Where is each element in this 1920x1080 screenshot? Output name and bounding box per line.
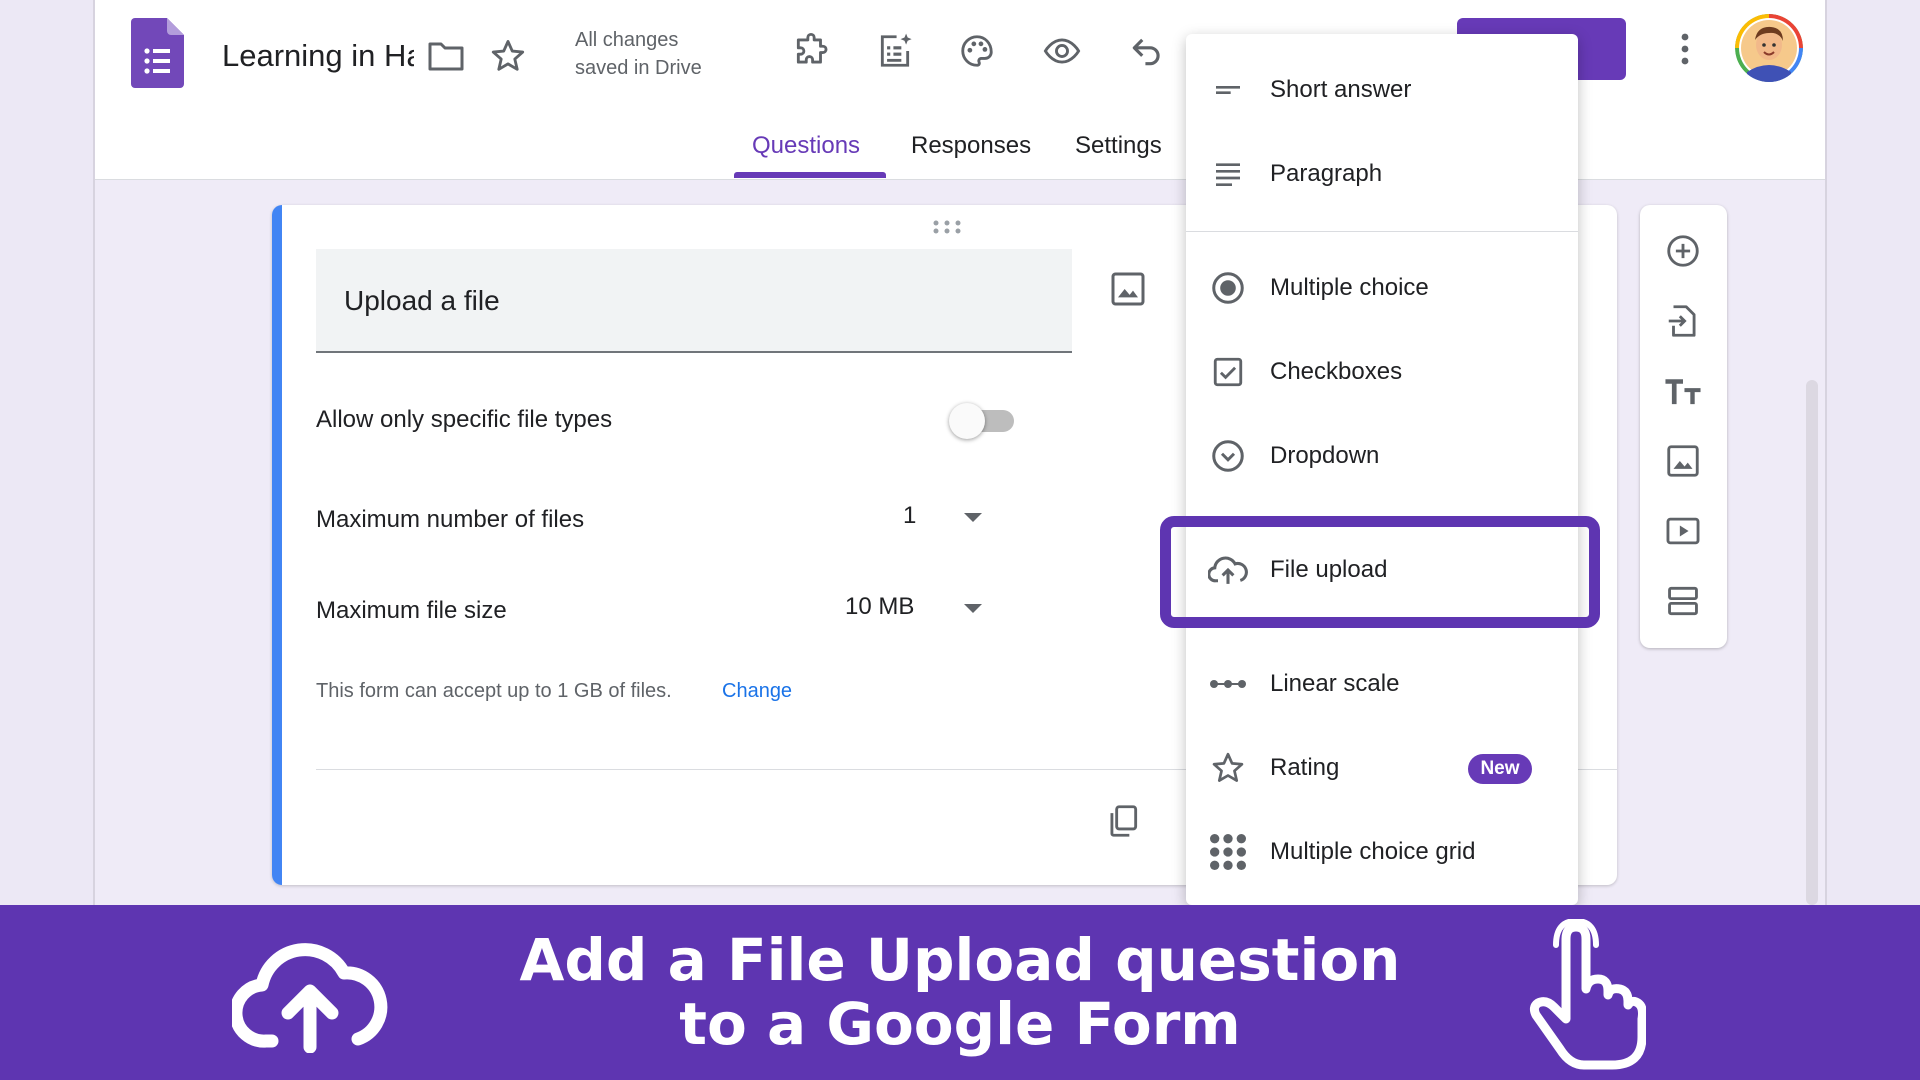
- menu-item-label: Dropdown: [1270, 442, 1380, 469]
- chevron-down-icon[interactable]: [964, 604, 982, 613]
- max-size-label: Maximum file size: [316, 597, 507, 624]
- card-focus-accent: [272, 205, 282, 885]
- question-title-field[interactable]: Upload a file: [316, 249, 1072, 353]
- question-title-text[interactable]: Upload a file: [344, 281, 500, 321]
- linear-scale-icon: [1208, 664, 1248, 704]
- menu-item-paragraph[interactable]: Paragraph: [1186, 134, 1578, 214]
- menu-item-label: Multiple choice grid: [1270, 838, 1476, 865]
- pointing-hand-icon: [1526, 917, 1647, 1071]
- grid-dots-icon: [1208, 832, 1248, 872]
- menu-item-label: Linear scale: [1270, 670, 1400, 697]
- dropdown-circle-icon: [1208, 436, 1248, 476]
- active-tab-indicator: [734, 172, 886, 178]
- max-files-select[interactable]: 1: [903, 499, 916, 533]
- avatar[interactable]: [1735, 14, 1803, 82]
- toggle-knob[interactable]: [949, 403, 985, 439]
- palette-icon[interactable]: [956, 30, 998, 72]
- max-size-select[interactable]: 10 MB: [845, 590, 914, 624]
- duplicate-icon[interactable]: [1104, 801, 1144, 845]
- save-status: All changes saved in Drive: [575, 29, 702, 79]
- document-title[interactable]: Learning in Ha: [222, 34, 414, 78]
- max-files-label: Maximum number of files: [316, 506, 585, 533]
- undo-icon[interactable]: [1126, 30, 1168, 72]
- add-image-icon[interactable]: [1661, 439, 1705, 483]
- menu-item-linear-scale[interactable]: Linear scale: [1186, 644, 1578, 724]
- frame-edge-right: [1825, 0, 1827, 905]
- menu-item-multiple-choice[interactable]: Multiple choice: [1186, 248, 1578, 328]
- menu-divider: [1186, 231, 1578, 232]
- side-toolbar: [1640, 205, 1727, 648]
- menu-item-dropdown[interactable]: Dropdown: [1186, 416, 1578, 496]
- ai-sparkle-list-icon[interactable]: [874, 30, 916, 72]
- new-badge: New: [1468, 754, 1532, 784]
- more-vert-icon[interactable]: [1668, 28, 1702, 70]
- add-title-icon[interactable]: [1661, 369, 1705, 413]
- menu-item-multiple-choice-grid[interactable]: Multiple choice grid: [1186, 812, 1578, 892]
- question-type-menu: Short answer Paragraph Multiple choice C…: [1186, 34, 1578, 905]
- chevron-down-icon[interactable]: [964, 513, 982, 522]
- import-questions-icon[interactable]: [1661, 299, 1705, 343]
- add-video-icon[interactable]: [1661, 509, 1705, 553]
- add-question-icon[interactable]: [1661, 229, 1705, 273]
- menu-item-label: Short answer: [1270, 76, 1412, 103]
- drag-handle-icon[interactable]: [932, 219, 962, 235]
- paragraph-icon: [1208, 154, 1248, 194]
- change-storage-link[interactable]: Change: [722, 676, 792, 706]
- allow-specific-types-label: Allow only specific file types: [316, 406, 613, 433]
- add-image-icon[interactable]: [1108, 269, 1152, 313]
- menu-item-short-answer[interactable]: Short answer: [1186, 50, 1578, 130]
- file-upload-highlight: [1160, 516, 1600, 628]
- menu-item-label: Checkboxes: [1270, 358, 1403, 385]
- radio-icon: [1208, 268, 1248, 308]
- tab-settings[interactable]: Settings: [1075, 128, 1162, 164]
- star-outline-icon: [1208, 748, 1248, 788]
- star-icon[interactable]: [488, 36, 528, 76]
- preview-eye-icon[interactable]: [1039, 30, 1085, 72]
- page-scrollbar[interactable]: [1806, 380, 1818, 905]
- checkbox-icon: [1208, 352, 1248, 392]
- short-answer-icon: [1208, 70, 1248, 110]
- tab-responses[interactable]: Responses: [911, 128, 1031, 164]
- menu-item-label: Paragraph: [1270, 160, 1383, 187]
- add-section-icon[interactable]: [1661, 579, 1705, 623]
- menu-item-checkboxes[interactable]: Checkboxes: [1186, 332, 1578, 412]
- forms-logo-icon[interactable]: [131, 18, 184, 88]
- menu-item-label: Rating: [1270, 754, 1340, 781]
- menu-item-rating[interactable]: Rating New: [1186, 728, 1578, 808]
- tab-questions[interactable]: Questions: [752, 128, 860, 164]
- folder-icon[interactable]: [426, 38, 466, 74]
- tutorial-banner: Add a File Upload question to a Google F…: [0, 905, 1920, 1080]
- menu-item-label: Multiple choice: [1270, 274, 1429, 301]
- addon-puzzle-icon[interactable]: [790, 30, 832, 72]
- storage-note: This form can accept up to 1 GB of files…: [316, 680, 672, 702]
